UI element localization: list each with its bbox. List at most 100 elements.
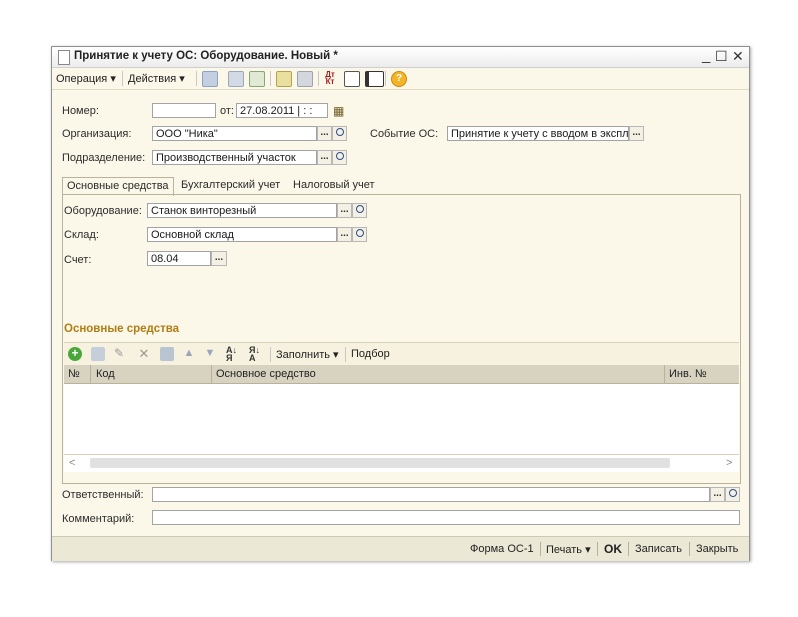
move-down-icon[interactable]: ▼: [203, 347, 217, 361]
division-select-button[interactable]: ...: [317, 150, 332, 165]
comment-field[interactable]: [152, 510, 740, 525]
separator: [270, 71, 271, 86]
separator: [90, 365, 91, 383]
responsible-label: Ответственный:: [62, 489, 144, 501]
add-row-icon[interactable]: +: [68, 347, 82, 361]
minimize-button[interactable]: _: [702, 47, 710, 64]
refresh-icon[interactable]: [228, 71, 244, 87]
column-header-code[interactable]: Код: [96, 368, 115, 380]
ledger-icon[interactable]: Дт Кт: [323, 71, 337, 86]
assets-toolbar: + ✎ ✕ ▲ ▼ А↓ Я Я↓ А Заполнить ▾ Подбор: [64, 342, 739, 366]
event-label: Событие ОС:: [370, 128, 439, 140]
sort-asc-icon[interactable]: А↓ Я: [226, 346, 240, 363]
assets-horizontal-scrollbar[interactable]: < >: [64, 454, 739, 472]
separator: [270, 347, 271, 362]
division-label: Подразделение:: [62, 152, 146, 164]
tab-tax[interactable]: Налоговый учет: [289, 177, 379, 194]
tab-panel: Оборудование: Станок винторезный ... Скл…: [62, 194, 741, 484]
separator: [628, 542, 629, 556]
separator: [196, 71, 197, 86]
scroll-left-button[interactable]: <: [69, 457, 75, 469]
close-button[interactable]: Закрыть: [696, 543, 738, 555]
end-edit-icon[interactable]: [160, 347, 174, 361]
actions-menu[interactable]: Действия ▾: [128, 72, 185, 85]
assets-section-title: Основные средства: [64, 323, 180, 335]
column-header-inventory-number[interactable]: Инв. №: [669, 368, 707, 380]
division-open-button[interactable]: [332, 150, 347, 165]
responsible-field[interactable]: [152, 487, 710, 502]
organization-open-button[interactable]: [332, 126, 347, 141]
save-button[interactable]: Записать: [635, 543, 682, 555]
event-select-button[interactable]: ...: [629, 126, 644, 141]
account-select-button[interactable]: ...: [211, 251, 227, 266]
warehouse-open-button[interactable]: [352, 227, 367, 242]
scroll-thumb[interactable]: [90, 458, 670, 468]
search-icon: [335, 152, 344, 160]
separator: [597, 542, 598, 556]
comment-label: Комментарий:: [62, 513, 135, 525]
maximize-button[interactable]: ☐: [715, 48, 728, 65]
equipment-field[interactable]: Станок винторезный: [147, 203, 337, 218]
command-bar: Операция ▾ Действия ▾ Дт Кт ?: [52, 68, 749, 90]
ok-button[interactable]: OK: [604, 542, 622, 556]
date-field[interactable]: 27.08.2011 | : :: [236, 103, 328, 118]
structure-icon[interactable]: [365, 71, 384, 87]
responsible-open-button[interactable]: [725, 487, 740, 502]
equipment-open-button[interactable]: [352, 203, 367, 218]
account-label: Счет:: [64, 254, 92, 266]
organization-label: Организация:: [62, 128, 132, 140]
add-icon[interactable]: [202, 71, 218, 87]
unpost-icon[interactable]: [297, 71, 313, 87]
title-bar: Принятие к учету ОС: Оборудование. Новый…: [52, 47, 749, 68]
separator: [689, 542, 690, 556]
search-icon: [355, 229, 364, 237]
separator: [211, 365, 212, 383]
copy-icon[interactable]: [249, 71, 265, 87]
report-icon[interactable]: [344, 71, 360, 87]
warehouse-select-button[interactable]: ...: [337, 227, 352, 242]
event-field[interactable]: Принятие к учету с вводом в экспл: [447, 126, 629, 141]
print-menu-button[interactable]: Печать ▾: [546, 543, 591, 556]
assets-table-body[interactable]: [64, 384, 739, 454]
division-field[interactable]: Производственный участок: [152, 150, 317, 165]
search-icon: [355, 205, 364, 213]
responsible-select-button[interactable]: ...: [710, 487, 725, 502]
column-header-number[interactable]: №: [68, 368, 80, 380]
calendar-icon[interactable]: ▦: [333, 104, 344, 118]
delete-row-icon[interactable]: ✕: [137, 347, 151, 361]
organization-field[interactable]: ООО "Ника": [152, 126, 317, 141]
copy-row-icon[interactable]: [91, 347, 105, 361]
organization-select-button[interactable]: ...: [317, 126, 332, 141]
fill-button[interactable]: Заполнить ▾: [276, 348, 339, 361]
assets-table-header: № Код Основное средство Инв. №: [64, 365, 739, 384]
warehouse-field[interactable]: Основной склад: [147, 227, 337, 242]
tab-accounting[interactable]: Бухгалтерский учет: [177, 177, 284, 194]
bottom-command-bar: Форма ОС-1 Печать ▾ OK Записать Закрыть: [52, 536, 749, 561]
sort-desc-icon[interactable]: Я↓ А: [249, 346, 263, 363]
equipment-select-button[interactable]: ...: [337, 203, 352, 218]
pick-button[interactable]: Подбор: [351, 348, 390, 360]
post-icon[interactable]: [276, 71, 292, 87]
separator: [664, 365, 665, 383]
document-window: Принятие к учету ОС: Оборудование. Новый…: [51, 46, 750, 561]
separator: [122, 71, 123, 86]
account-field[interactable]: 08.04: [147, 251, 211, 266]
close-window-button[interactable]: ✕: [732, 48, 744, 65]
number-field[interactable]: [152, 103, 216, 118]
column-header-asset[interactable]: Основное средство: [216, 368, 316, 380]
window-title: Принятие к учету ОС: Оборудование. Новый…: [74, 50, 338, 62]
date-label: от:: [220, 105, 234, 117]
document-icon: [58, 50, 70, 65]
help-icon[interactable]: ?: [391, 71, 407, 87]
scroll-right-button[interactable]: >: [726, 457, 732, 469]
separator: [318, 71, 319, 86]
separator: [345, 347, 346, 362]
separator: [385, 71, 386, 86]
form-os1-button[interactable]: Форма ОС-1: [470, 543, 534, 555]
equipment-label: Оборудование:: [64, 205, 142, 217]
operation-menu[interactable]: Операция ▾: [56, 72, 116, 85]
move-up-icon[interactable]: ▲: [182, 347, 196, 361]
edit-row-icon[interactable]: ✎: [114, 347, 128, 361]
warehouse-label: Склад:: [64, 229, 99, 241]
separator: [540, 542, 541, 556]
